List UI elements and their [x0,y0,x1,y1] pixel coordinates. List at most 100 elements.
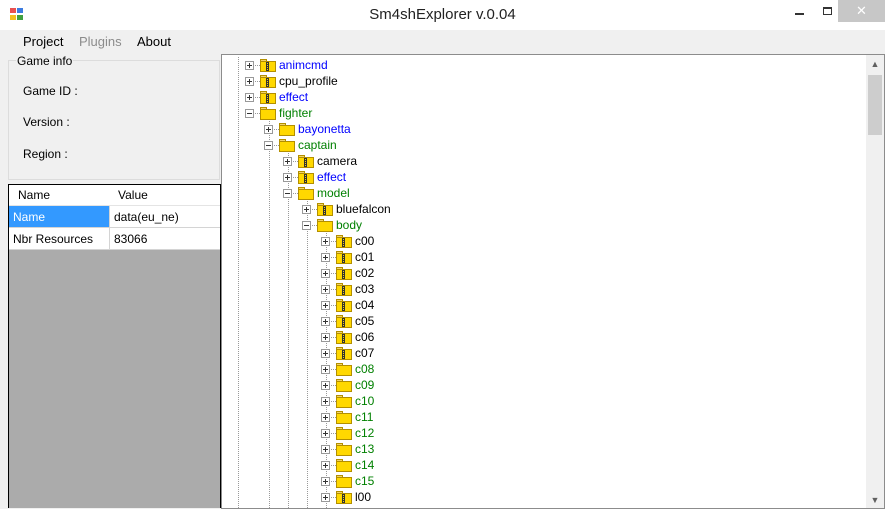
tree-node[interactable]: c00 [222,233,862,249]
expand-icon[interactable] [321,477,330,486]
expand-icon[interactable] [321,333,330,342]
tree-node[interactable]: c11 [222,409,862,425]
tree-node[interactable]: model [222,185,862,201]
tree-node-label: c13 [355,442,375,456]
tree-node-label: bayonetta [298,122,351,136]
archive-folder-icon [260,59,276,72]
expand-icon[interactable] [264,125,273,134]
folder-icon [279,123,295,136]
row-value-cell[interactable]: data(eu_ne) [110,206,220,227]
tree-node[interactable]: effect [222,169,862,185]
tree-node[interactable]: cpu_profile [222,73,862,89]
column-header-name[interactable]: Name [9,185,110,205]
tree-node[interactable]: c12 [222,425,862,441]
tree-node[interactable]: camera [222,153,862,169]
expand-icon[interactable] [321,301,330,310]
archive-folder-icon [336,331,352,344]
tree-node[interactable]: c10 [222,393,862,409]
tree-node-label: cpu_profile [279,74,338,88]
tree-node[interactable]: c06 [222,329,862,345]
tree-node[interactable]: bayonetta [222,121,862,137]
archive-folder-icon [336,283,352,296]
tree-node-label: c00 [355,234,375,248]
vertical-scrollbar[interactable]: ▲ ▼ [866,55,884,508]
folder-icon [336,475,352,488]
collapse-icon[interactable] [302,221,311,230]
tree-node-label: c09 [355,378,375,392]
expand-icon[interactable] [321,461,330,470]
row-name-cell[interactable]: Nbr Resources [9,228,110,249]
tree-node[interactable]: c02 [222,265,862,281]
tree-node[interactable]: c13 [222,441,862,457]
file-tree[interactable]: animcmd cpu_profile effect fighter bayonetta… [221,54,885,509]
menu-bar: Project Plugins About [0,30,885,54]
expand-icon[interactable] [283,157,292,166]
close-button[interactable]: ✕ [838,0,885,22]
expand-icon[interactable] [321,349,330,358]
minimize-button[interactable] [782,0,816,22]
chevron-up-icon: ▲ [870,58,880,69]
maximize-button[interactable] [816,0,838,22]
expand-icon[interactable] [321,445,330,454]
tree-node[interactable]: c15 [222,473,862,489]
archive-folder-icon [336,299,352,312]
tree-node[interactable]: bluefalcon [222,201,862,217]
archive-folder-icon [336,347,352,360]
tree-node[interactable]: captain [222,137,862,153]
version-label: Version : [23,115,70,129]
menu-plugins[interactable]: Plugins [79,34,122,49]
game-info-legend: Game info [16,54,74,68]
menu-project[interactable]: Project [23,34,63,49]
expand-icon[interactable] [321,365,330,374]
game-id-label: Game ID : [23,84,78,98]
window-title: Sm4shExplorer v.0.04 [369,6,516,23]
expand-icon[interactable] [283,173,292,182]
expand-icon[interactable] [245,77,254,86]
tree-node[interactable]: animcmd [222,57,862,73]
tree-node[interactable]: c14 [222,457,862,473]
expand-icon[interactable] [245,61,254,70]
column-header-value[interactable]: Value [110,185,220,205]
collapse-icon[interactable] [283,189,292,198]
tree-node[interactable]: fighter [222,105,862,121]
expand-icon[interactable] [245,93,254,102]
table-row[interactable]: Name data(eu_ne) [9,206,220,228]
tree-node[interactable]: c09 [222,377,862,393]
expand-icon[interactable] [321,397,330,406]
archive-folder-icon [336,235,352,248]
expand-icon[interactable] [321,317,330,326]
expand-icon[interactable] [321,253,330,262]
expand-icon[interactable] [321,429,330,438]
tree-node-label: effect [279,90,309,104]
expand-icon[interactable] [321,413,330,422]
tree-node[interactable]: l00 [222,489,862,505]
tree-node[interactable]: body [222,217,862,233]
expand-icon[interactable] [321,269,330,278]
expand-icon[interactable] [321,381,330,390]
tree-node-label: c14 [355,458,375,472]
expand-icon[interactable] [321,285,330,294]
collapse-icon[interactable] [264,141,273,150]
tree-node-label: c03 [355,282,375,296]
table-row[interactable]: Nbr Resources 83066 [9,228,220,250]
tree-node[interactable]: c07 [222,345,862,361]
scroll-up-button[interactable]: ▲ [866,55,884,72]
scroll-thumb[interactable] [868,75,882,135]
expand-icon[interactable] [321,237,330,246]
archive-folder-icon [260,75,276,88]
menu-about[interactable]: About [137,34,171,49]
row-name-cell[interactable]: Name [9,206,110,227]
title-bar: Sm4shExplorer v.0.04 ✕ [0,0,885,30]
tree-node[interactable]: c08 [222,361,862,377]
expand-icon[interactable] [302,205,311,214]
tree-node[interactable]: c03 [222,281,862,297]
tree-node[interactable]: c04 [222,297,862,313]
scroll-down-button[interactable]: ▼ [866,491,884,508]
tree-node[interactable]: c05 [222,313,862,329]
tree-node[interactable]: effect [222,89,862,105]
row-value-cell[interactable]: 83066 [110,228,220,249]
tree-node[interactable]: c01 [222,249,862,265]
collapse-icon[interactable] [245,109,254,118]
tree-node-label: c15 [355,474,375,488]
expand-icon[interactable] [321,493,330,502]
